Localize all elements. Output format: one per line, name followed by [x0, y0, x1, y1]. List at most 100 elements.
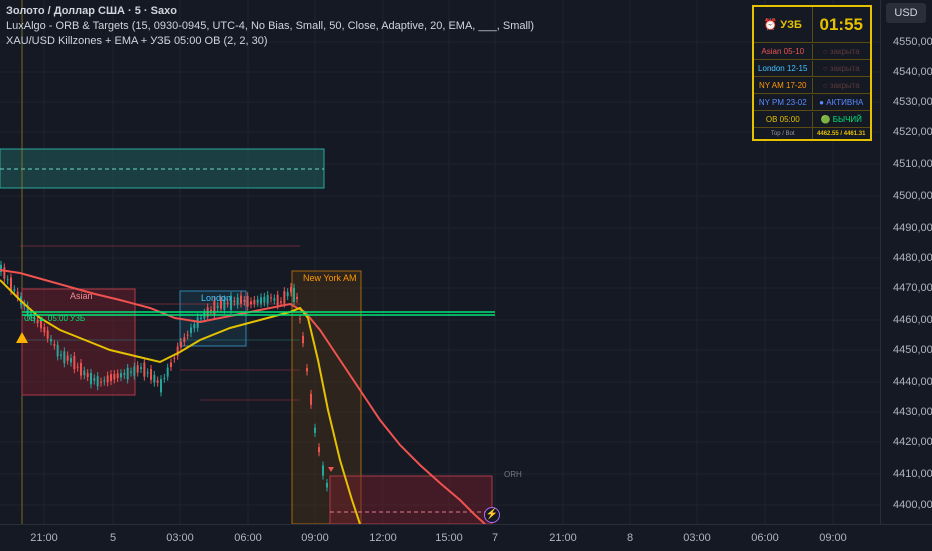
candle-body	[233, 300, 236, 302]
session-status: 🟢 БЫЧИЙ	[811, 112, 871, 127]
candle-body	[314, 427, 316, 433]
candle-body	[83, 370, 86, 376]
session-name: NY PM 23-02	[758, 98, 807, 107]
candle-body	[3, 267, 6, 279]
session-name: OB 05:00	[765, 115, 800, 124]
time-tick-label: 06:00	[234, 532, 262, 544]
candle-body	[190, 327, 192, 334]
killzone-row: OB 05:00 🟢 БЫЧИЙ	[754, 112, 870, 128]
candle-body	[140, 367, 142, 370]
indicator-orb-label[interactable]: LuxAlgo - ORB & Targets (15, 0930-0945, …	[6, 19, 534, 34]
price-chart[interactable]	[0, 0, 880, 525]
chart-legend: Золото / Доллар США · 5 · Saxo LuxAlgo -…	[6, 4, 534, 49]
killzone-row: NY PM 23-02 ● АКТИВНА	[754, 95, 870, 111]
session-status: ● АКТИВНА	[811, 95, 871, 110]
candle-body	[240, 295, 242, 304]
indicator-killzones-label[interactable]: XAU/USD Killzones + EMA + УЗБ 05:00 OB (…	[6, 34, 534, 49]
time-tick-label: 8	[626, 532, 634, 544]
candle-body	[326, 482, 328, 488]
time-tick-label: 06:00	[751, 532, 779, 544]
candle-body	[296, 296, 298, 299]
candle-body	[46, 330, 49, 339]
price-tick-label: 4490,00	[893, 222, 932, 234]
candle-body	[246, 296, 249, 307]
candle-body	[90, 372, 92, 385]
asian-label: Asian	[70, 291, 93, 301]
time-tick-label: 09:00	[301, 532, 329, 544]
table-header-row: ⏰ УЗБ 01:55	[754, 7, 870, 43]
candle-body	[153, 374, 156, 383]
candle-body	[50, 338, 52, 342]
ob-label: OB ▲ 05:00 УЗБ	[24, 314, 86, 323]
candle-body	[80, 362, 82, 376]
table-footer-row: Top / Bot 4462.55 / 4461.31	[754, 128, 870, 139]
candle-body	[273, 298, 276, 301]
candle-body	[260, 297, 262, 304]
candle-body	[216, 305, 219, 308]
candle-body	[66, 355, 69, 361]
footer-value: 4462.55 / 4461.31	[811, 128, 871, 139]
candle-body	[266, 295, 269, 304]
price-tick-label: 4410,00	[893, 468, 932, 480]
session-status: ○ закрыта	[811, 78, 871, 93]
candle-body	[86, 373, 89, 378]
price-tick-label: 4520,00	[893, 126, 932, 138]
lightning-icon[interactable]: ⚡	[484, 507, 500, 523]
candle-body	[146, 372, 149, 374]
clock-value: 01:55	[811, 7, 871, 42]
candle-body	[43, 327, 46, 333]
price-tick-label: 4540,00	[893, 66, 932, 78]
candle-body	[96, 376, 99, 387]
candle-body	[70, 358, 72, 363]
killzone-table: ⏰ УЗБ 01:55 Asian 05-10 ○ закрыта London 1…	[752, 5, 872, 141]
candle-body	[6, 279, 9, 281]
candle-body	[183, 337, 186, 343]
candle-body	[163, 377, 166, 379]
time-axis[interactable]: 21:00 5 03:00 06:00 09:00 12:00 15:00 7 21:00 8 03…	[0, 524, 932, 551]
candle-body	[270, 297, 272, 299]
price-tick-label: 4430,00	[893, 406, 932, 418]
candle-body	[120, 373, 122, 378]
candle-body	[113, 373, 116, 380]
candle-body	[93, 378, 96, 381]
candle-body	[280, 301, 282, 303]
price-tick-label: 4530,00	[893, 96, 932, 108]
candle-body	[286, 292, 289, 297]
candle-body	[60, 354, 62, 356]
candle-body	[200, 317, 202, 319]
session-name: NY AM 17-20	[759, 81, 807, 90]
candle-body	[150, 368, 152, 380]
candle-body	[310, 393, 312, 405]
price-tick-label: 4470,00	[893, 282, 932, 294]
candle-body	[123, 373, 126, 375]
candle-body	[263, 296, 266, 303]
symbol-title[interactable]: Золото / Доллар США · 5 · Saxo	[6, 4, 534, 19]
footer-label: Top / Bot	[770, 130, 795, 137]
candle-body	[170, 362, 172, 367]
time-tick-label: 09:00	[819, 532, 847, 544]
killzone-row: NY AM 17-20 ○ закрыта	[754, 78, 870, 94]
price-tick-label: 4400,00	[893, 499, 932, 511]
candle-body	[143, 362, 146, 377]
candle-body	[193, 324, 196, 329]
candle-body	[73, 355, 76, 370]
candle-body	[276, 294, 279, 306]
candle-body	[236, 297, 239, 305]
price-tick-label: 4460,00	[893, 314, 932, 326]
london-label: London	[201, 293, 232, 303]
currency-button[interactable]: USD	[886, 3, 926, 23]
candle-body	[173, 357, 176, 359]
grid	[0, 0, 880, 524]
candle-body	[133, 366, 136, 376]
session-status: ○ закрыта	[811, 44, 871, 59]
candle-body	[186, 334, 189, 336]
candle-body	[13, 289, 16, 291]
killzone-row: Asian 05-10 ○ закрыта	[754, 44, 870, 60]
candle-body	[299, 318, 301, 320]
candle-body	[166, 367, 169, 377]
time-tick-label: 12:00	[369, 532, 397, 544]
price-axis[interactable]: 4550,00 4540,00 4530,00 4520,00 4510,00 4500,…	[880, 0, 932, 524]
price-tick-label: 4510,00	[893, 158, 932, 170]
chart-area[interactable]: Золото / Доллар США · 5 · Saxo LuxAlgo -…	[0, 0, 880, 525]
candle-body	[160, 379, 162, 393]
